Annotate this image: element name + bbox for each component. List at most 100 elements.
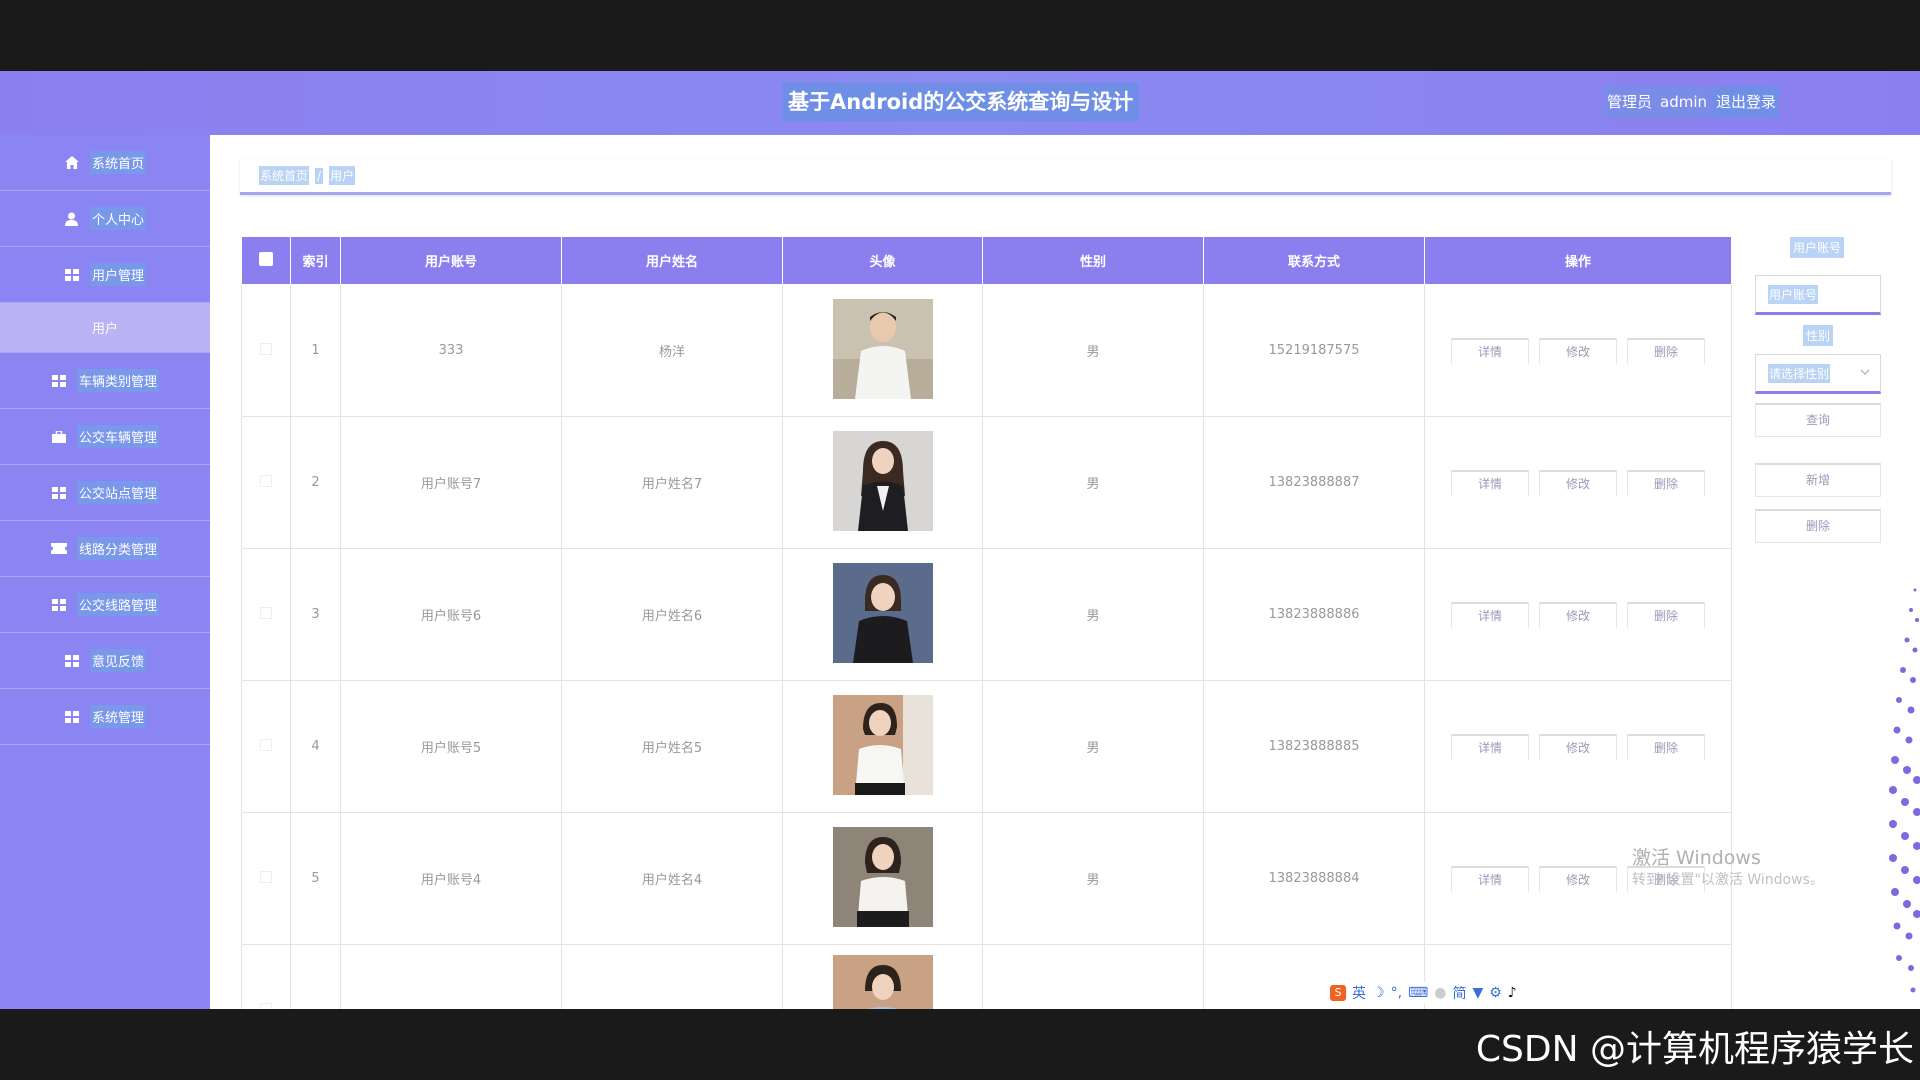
table-row: 2 用户账号7 用户姓名7 男 13823888887 详情 修改 删除 [241, 416, 1732, 549]
column-header: 索引 [290, 236, 341, 285]
row-checkbox[interactable] [260, 738, 272, 751]
delete-button[interactable]: 删除 [1627, 337, 1705, 364]
edit-button[interactable]: 修改 [1539, 601, 1617, 628]
sidebar-item-route-category[interactable]: 线路分类管理 [0, 521, 210, 577]
column-header: 联系方式 [1203, 236, 1425, 285]
query-button[interactable]: 查询 [1755, 403, 1881, 437]
sidebar-item-bus-route[interactable]: 公交线路管理 [0, 577, 210, 633]
cell-avatar [782, 416, 983, 549]
cell-index: 4 [290, 680, 341, 813]
avatar [832, 562, 933, 663]
ime-mode[interactable]: 简 [1452, 983, 1466, 1003]
cell-phone: 13823888887 [1203, 416, 1425, 549]
cell-avatar [782, 812, 983, 945]
moon-icon[interactable]: ☽ [1372, 985, 1385, 1001]
edit-button[interactable]: 修改 [1539, 337, 1617, 364]
gender-select[interactable]: 请选择性别 [1755, 354, 1881, 394]
windows-activation-title: 激活 Windows [1632, 847, 1761, 869]
sidebar-item-system[interactable]: 系统管理 [0, 689, 210, 745]
sidebar-subitem-user[interactable]: 用户 [0, 303, 210, 353]
top-letterbox [0, 0, 1920, 71]
breadcrumb-home[interactable]: 系统首页 [259, 166, 310, 185]
cell-phone: 13823888884 [1203, 812, 1425, 945]
sidebar-item-profile[interactable]: 个人中心 [0, 191, 210, 247]
sidebar-item-label: 系统首页 [89, 151, 146, 174]
delete-button[interactable]: 删除 [1627, 601, 1705, 628]
grid-icon [64, 654, 80, 668]
sidebar-item-label: 公交车辆管理 [76, 425, 159, 448]
delete-button[interactable]: 删除 [1627, 733, 1705, 760]
cell-account: 用户账号4 [340, 812, 562, 945]
chevron-down-icon [1860, 367, 1870, 378]
shirt-icon[interactable]: ▼ [1472, 985, 1483, 1001]
csdn-watermark: CSDN @计算机程序猿学长 [1475, 1029, 1914, 1070]
sogou-icon[interactable]: S [1330, 985, 1346, 1001]
cell-index: 5 [290, 812, 341, 945]
sidebar-item-label: 车辆类别管理 [76, 369, 159, 392]
batch-delete-button[interactable]: 删除 [1755, 509, 1881, 543]
table-header-row: 索引 用户账号 用户姓名 头像 性别 联系方式 操作 [241, 236, 1732, 285]
grid-icon [51, 486, 67, 500]
cell-actions: 详情 修改 删除 [1424, 680, 1732, 813]
row-checkbox[interactable] [260, 870, 272, 883]
cell-phone: 13823888885 [1203, 680, 1425, 813]
detail-button[interactable]: 详情 [1451, 601, 1529, 628]
tiktok-icon[interactable]: ♪ [1508, 985, 1517, 1001]
detail-button[interactable]: 详情 [1451, 337, 1529, 364]
grid-icon [64, 710, 80, 724]
edit-button[interactable]: 修改 [1539, 865, 1617, 892]
sidebar-item-label: 线路分类管理 [76, 537, 159, 560]
account-search-label: 用户账号 [1790, 237, 1845, 258]
row-checkbox[interactable] [260, 606, 272, 619]
username: admin [1660, 93, 1708, 111]
cell-gender: 男 [982, 416, 1204, 549]
select-all-cell [241, 236, 291, 285]
detail-button[interactable]: 详情 [1451, 865, 1529, 892]
cell-gender: 男 [982, 812, 1204, 945]
user-info: 管理员 admin [1603, 86, 1712, 118]
cell-gender: 男 [982, 548, 1204, 681]
column-header: 操作 [1424, 236, 1732, 285]
edit-button[interactable]: 修改 [1539, 733, 1617, 760]
account-search-input[interactable]: 用户账号 [1755, 275, 1881, 315]
keyboard-icon[interactable]: ⌨ [1408, 985, 1428, 1001]
detail-button[interactable]: 详情 [1451, 469, 1529, 496]
cell-account: 用户账号7 [340, 416, 562, 549]
sidebar-item-vehicle-category[interactable]: 车辆类别管理 [0, 353, 210, 409]
column-header: 用户姓名 [561, 236, 783, 285]
avatar [832, 955, 933, 1009]
sidebar-item-user-management[interactable]: 用户管理 [0, 247, 210, 303]
ticket-icon [50, 542, 67, 556]
ime-language[interactable]: 英 [1352, 983, 1366, 1003]
briefcase-icon [51, 430, 67, 444]
punctuation-icon[interactable]: °, [1391, 985, 1402, 1001]
breadcrumb: 系统首页 / 用户 [240, 159, 1891, 195]
row-checkbox[interactable] [260, 474, 272, 487]
home-icon [64, 156, 80, 170]
user-icon [64, 212, 80, 226]
cell-index: 3 [290, 548, 341, 681]
sidebar-item-feedback[interactable]: 意见反馈 [0, 633, 210, 689]
gear-icon[interactable]: ⚙ [1489, 985, 1502, 1001]
row-checkbox[interactable] [260, 342, 272, 355]
edit-button[interactable]: 修改 [1539, 469, 1617, 496]
cell-name: 杨洋 [561, 284, 783, 417]
sidebar-item-bus-vehicle[interactable]: 公交车辆管理 [0, 409, 210, 465]
sidebar-item-label: 系统管理 [89, 705, 146, 728]
cell-actions: 详情 修改 删除 [1424, 416, 1732, 549]
sidebar-item-home[interactable]: 系统首页 [0, 135, 210, 191]
cell-name: 用户姓名4 [561, 812, 783, 945]
cell-name: 用户姓名7 [561, 416, 783, 549]
gender-select-placeholder: 请选择性别 [1768, 363, 1831, 383]
delete-button[interactable]: 删除 [1627, 469, 1705, 496]
sidebar-item-label: 公交线路管理 [76, 593, 159, 616]
detail-button[interactable]: 详情 [1451, 733, 1529, 760]
sidebar-item-bus-station[interactable]: 公交站点管理 [0, 465, 210, 521]
breadcrumb-separator: / [315, 167, 324, 184]
cell-avatar [782, 284, 983, 417]
user-icon[interactable]: ● [1434, 985, 1446, 1001]
add-button[interactable]: 新增 [1755, 463, 1881, 497]
gender-search-label: 性别 [1803, 325, 1834, 346]
select-all-checkbox[interactable] [259, 251, 273, 266]
logout-link[interactable]: 退出登录 [1713, 86, 1780, 118]
